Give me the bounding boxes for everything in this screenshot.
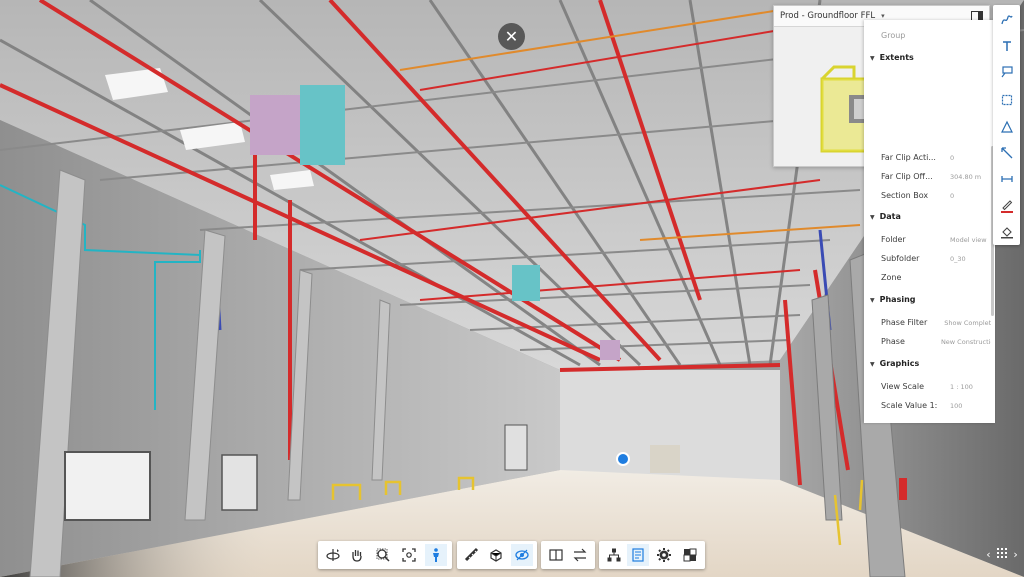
callout-icon[interactable] [996,61,1017,82]
far-clip-offset-row: Far Clip Off... 304.80 m [881,172,991,181]
polygon-icon[interactable] [996,116,1017,137]
first-person-icon[interactable] [425,544,447,566]
markup-toolbar [993,5,1020,245]
settings-toolbar [599,541,705,569]
settings-icon[interactable] [653,544,675,566]
next-icon[interactable]: › [1013,548,1017,561]
caret-down-icon: ▼ [870,214,875,221]
folder-value: Model view [950,236,987,244]
data-title: Data [879,212,901,221]
section-icon[interactable] [485,544,507,566]
view-scale-label: View Scale [881,382,925,391]
phase-filter-label: Phase Filter [881,318,928,327]
properties-icon[interactable] [627,544,649,566]
phase-filter-value: Show Complete [944,319,991,327]
compare-icon[interactable] [569,544,591,566]
arrow-icon[interactable] [996,142,1017,163]
split-view-icon[interactable] [545,544,567,566]
close-icon[interactable]: ✕ [498,23,525,50]
view-scale-row: View Scale 1 : 100 [881,382,991,391]
pen-color-icon[interactable] [996,195,1017,216]
graphics-section-header[interactable]: ▼ Graphics [870,359,919,368]
measure-icon[interactable] [461,544,483,566]
folder-row: Folder Model view [881,235,991,244]
extents-title: Extents [879,53,914,62]
scale-value-label: Scale Value 1: [881,401,938,410]
pan-icon[interactable] [346,544,368,566]
scale-value-row: Scale Value 1: 100 [881,401,991,410]
scale-value-value: 100 [950,402,963,410]
freehand-icon[interactable] [996,9,1017,30]
group-label: Group [881,31,906,40]
chevron-down-icon[interactable]: ▾ [881,12,885,20]
properties-panel: Group ▼ Extents Far Clip Acti... 0 Far Cl… [864,20,995,423]
caret-down-icon: ▼ [870,55,875,62]
dimension-icon[interactable] [996,168,1017,189]
rectangle-icon[interactable] [996,89,1017,110]
caret-down-icon: ▼ [870,297,875,304]
orbit-icon[interactable] [322,544,344,566]
explode-icon[interactable] [511,544,533,566]
section-box-label: Section Box [881,191,929,200]
fit-to-view-icon[interactable] [398,544,420,566]
extents-section-header[interactable]: ▼ Extents [870,53,914,62]
group-row: Group [881,31,991,40]
graphics-title: Graphics [879,359,920,368]
text-icon[interactable] [996,35,1017,56]
far-clip-offset-label: Far Clip Off... [881,172,933,181]
phase-label: Phase [881,337,905,346]
far-clip-active-value: 0 [950,154,955,162]
fill-icon[interactable] [996,221,1017,242]
sheet-pager: ‹ › [983,543,1021,565]
far-clip-offset-value: 304.80 m [950,173,982,181]
grid-icon[interactable] [996,547,1007,561]
caret-down-icon: ▼ [870,361,875,368]
fullscreen-icon[interactable] [679,544,701,566]
phasing-title: Phasing [879,295,916,304]
navigation-target-marker[interactable] [616,452,630,466]
zoom-icon[interactable] [372,544,394,566]
section-box-row: Section Box 0 [881,191,991,200]
minimap-title[interactable]: Prod - Groundfloor FFL [780,11,875,21]
subfolder-row: Subfolder 0_30 [881,254,991,263]
phasing-section-header[interactable]: ▼ Phasing [870,295,916,304]
far-clip-active-label: Far Clip Acti... [881,153,936,162]
phase-row: Phase New Construction [881,337,991,346]
phase-value: New Construction [940,338,991,346]
phase-filter-row: Phase Filter Show Complete [881,318,991,327]
section-box-value: 0 [950,192,955,200]
view-scale-value: 1 : 100 [950,383,973,391]
view-compare-toolbar [541,541,595,569]
subfolder-value: 0_30 [950,255,966,263]
far-clip-active-row: Far Clip Acti... 0 [881,153,991,162]
model-browser-icon[interactable] [603,544,625,566]
navigation-toolbar [318,541,452,569]
zone-row: Zone [881,273,991,282]
data-section-header[interactable]: ▼ Data [870,212,901,221]
zone-label: Zone [881,273,902,282]
tools-toolbar [457,541,537,569]
previous-icon[interactable]: ‹ [986,548,990,561]
folder-label: Folder [881,235,906,244]
subfolder-label: Subfolder [881,254,920,263]
